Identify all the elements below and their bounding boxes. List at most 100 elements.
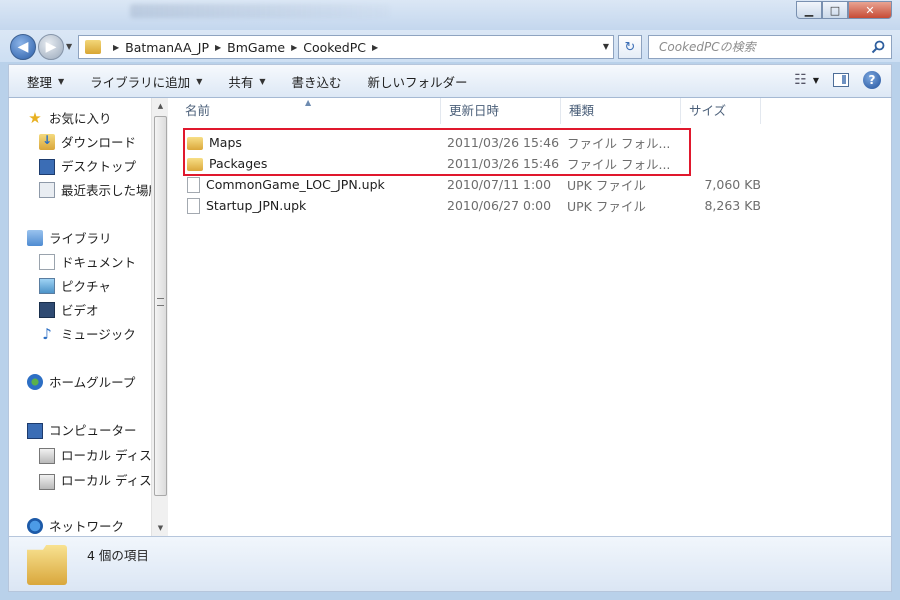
back-button[interactable]: ◀	[10, 34, 36, 60]
video-icon	[39, 301, 55, 318]
command-bar-right: ☷ ▼ ?	[794, 71, 881, 89]
column-name[interactable]: 名前 ▲	[177, 98, 441, 124]
file-row[interactable]: CommonGame_LOC_JPN.upk 2010/07/11 1:00 U…	[177, 174, 777, 195]
view-options-icon[interactable]: ☷	[794, 72, 807, 88]
organize-label: 整理	[27, 74, 53, 90]
nav-music[interactable]: ♪ ミュージック	[39, 324, 136, 343]
recent-pages-dropdown[interactable]: ▼	[66, 42, 72, 51]
breadcrumb-item[interactable]: CookedPC ▶	[303, 40, 384, 55]
preview-pane-icon[interactable]	[833, 73, 849, 87]
column-size-label: サイズ	[689, 103, 727, 118]
scroll-down-icon[interactable]: ▼	[152, 520, 169, 536]
dropdown-arrow-icon: ▼	[196, 76, 203, 86]
help-icon[interactable]: ?	[863, 71, 881, 89]
downloads-folder-icon	[39, 133, 55, 150]
music-note-icon: ♪	[42, 324, 52, 343]
file-type: UPK ファイル	[567, 178, 646, 193]
file-row[interactable]: Startup_JPN.upk 2010/06/27 0:00 UPK ファイル…	[177, 195, 777, 216]
file-name: CommonGame_LOC_JPN.upk	[206, 177, 385, 192]
picture-icon	[39, 277, 55, 294]
file-row[interactable]: Packages 2011/03/26 15:46 ファイル フォル...	[177, 153, 777, 174]
chevron-right-icon: ▶	[291, 42, 298, 52]
library-icon	[27, 229, 43, 246]
file-date: 2011/03/26 15:46	[447, 135, 560, 150]
address-dropdown[interactable]: ▼	[603, 42, 609, 51]
nav-label: デスクトップ	[61, 159, 137, 174]
file-date: 2010/06/27 0:00	[447, 198, 552, 213]
nav-computer[interactable]: コンピューター	[27, 420, 137, 439]
content-area: ★ お気に入り ダウンロード デスクトップ 最近表示した場所 ライブラリ ドキュメ…	[8, 98, 892, 536]
nav-recent[interactable]: 最近表示した場所	[39, 180, 151, 199]
scrollbar-thumb[interactable]	[154, 116, 167, 496]
nav-label: ドキュメント	[61, 255, 137, 270]
search-input[interactable]	[659, 40, 859, 54]
computer-icon	[27, 422, 43, 439]
forward-button[interactable]: ▶	[38, 34, 64, 60]
chevron-right-icon: ▶	[113, 42, 120, 52]
column-type-label: 種類	[569, 103, 595, 118]
minimize-button[interactable]: ▁	[796, 1, 822, 19]
scroll-up-icon[interactable]: ▲	[152, 98, 169, 114]
breadcrumb-label: BatmanAA_JP	[125, 39, 209, 55]
file-name: Maps	[209, 135, 242, 150]
nav-local-disk-1[interactable]: ローカル ディスク	[39, 444, 151, 464]
nav-libraries[interactable]: ライブラリ	[27, 228, 112, 247]
back-arrow-icon: ◀	[17, 39, 29, 55]
column-type[interactable]: 種類	[561, 98, 681, 124]
folder-icon	[187, 136, 203, 150]
close-button[interactable]: ✕	[848, 1, 892, 19]
breadcrumb-label: BmGame	[227, 39, 286, 55]
desktop-icon	[39, 158, 55, 175]
search-box[interactable]	[648, 35, 892, 59]
nav-network[interactable]: ネットワーク	[27, 516, 124, 535]
column-date[interactable]: 更新日時	[441, 98, 561, 124]
file-list: 名前 ▲ 更新日時 種類 サイズ Maps 2011/03/26 15:46 ファ…	[177, 98, 893, 536]
column-size[interactable]: サイズ	[681, 98, 761, 124]
burn-label: 書き込む	[291, 74, 342, 90]
nav-desktop[interactable]: デスクトップ	[39, 156, 136, 175]
nav-favorites[interactable]: ★ お気に入り	[27, 108, 111, 127]
nav-downloads[interactable]: ダウンロード	[39, 132, 136, 151]
search-icon[interactable]	[871, 40, 885, 54]
nav-local-disk-2[interactable]: ローカル ディスク	[39, 468, 151, 490]
nav-pictures[interactable]: ピクチャ	[39, 276, 111, 295]
file-icon	[187, 176, 200, 193]
nav-label: ビデオ	[61, 303, 99, 318]
file-type: ファイル フォル...	[567, 157, 671, 172]
hard-disk-icon	[39, 448, 55, 464]
breadcrumb-separator[interactable]: ▶	[107, 43, 125, 52]
breadcrumb-item[interactable]: BatmanAA_JP ▶	[125, 40, 227, 55]
share-button[interactable]: 共有 ▼	[228, 72, 265, 91]
refresh-button[interactable]: ↻	[618, 35, 642, 59]
navigation-scrollbar[interactable]: ▲ ▼	[151, 98, 168, 536]
item-count: 4 個の項目	[87, 548, 149, 563]
address-bar[interactable]: ▶ BatmanAA_JP ▶ BmGame ▶ CookedPC ▶ ▼	[78, 35, 614, 59]
star-icon: ★	[28, 108, 42, 127]
refresh-icon: ↻	[624, 39, 636, 55]
dropdown-arrow-icon: ▼	[259, 76, 266, 86]
scrollbar-grip	[157, 298, 164, 306]
burn-button[interactable]: 書き込む	[292, 72, 342, 91]
view-dropdown-icon[interactable]: ▼	[813, 76, 819, 85]
nav-homegroup[interactable]: ホームグループ	[27, 372, 135, 391]
organize-button[interactable]: 整理 ▼	[27, 72, 64, 91]
recent-places-icon	[39, 181, 55, 198]
sort-ascending-icon: ▲	[305, 98, 312, 107]
file-name: Startup_JPN.upk	[206, 198, 307, 213]
new-folder-button[interactable]: 新しいフォルダー	[368, 72, 468, 91]
nav-label: ネットワーク	[49, 519, 125, 534]
new-folder-label: 新しいフォルダー	[367, 74, 468, 90]
nav-documents[interactable]: ドキュメント	[39, 252, 136, 271]
column-header-row: 名前 ▲ 更新日時 種類 サイズ	[177, 98, 893, 124]
add-to-library-button[interactable]: ライブラリに追加 ▼	[90, 72, 202, 91]
column-date-label: 更新日時	[449, 103, 500, 118]
nav-label: ホームグループ	[49, 375, 136, 390]
maximize-button[interactable]: □	[822, 1, 848, 19]
file-row[interactable]: Maps 2011/03/26 15:46 ファイル フォル...	[177, 132, 777, 153]
share-label: 共有	[228, 74, 254, 90]
navigation-pane: ★ お気に入り ダウンロード デスクトップ 最近表示した場所 ライブラリ ドキュメ…	[9, 98, 151, 536]
breadcrumb-item[interactable]: BmGame ▶	[227, 40, 303, 55]
network-icon	[27, 517, 43, 534]
chevron-right-icon: ▶	[214, 42, 222, 52]
nav-videos[interactable]: ビデオ	[39, 300, 99, 319]
